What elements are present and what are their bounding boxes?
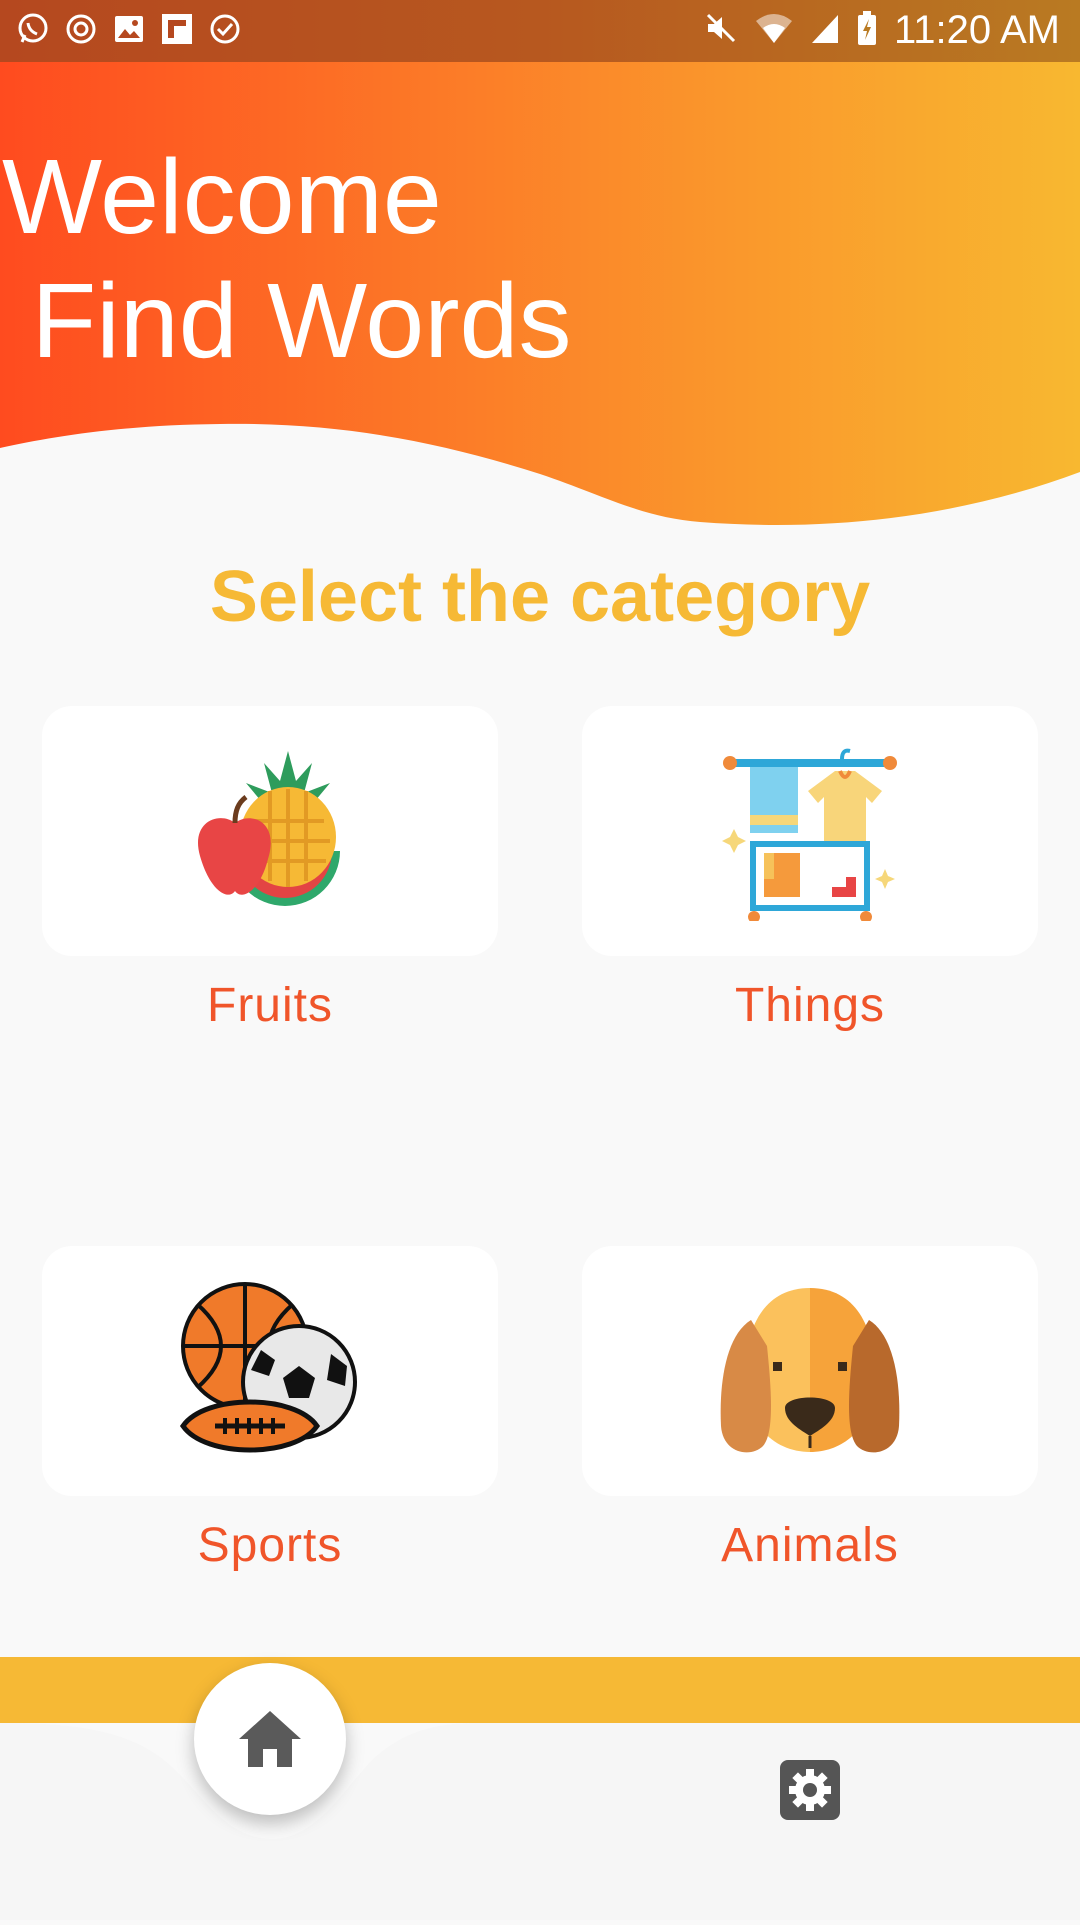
section-title: Select the category [209,557,871,637]
category-card-animals[interactable] [582,1246,1038,1496]
fruits-icon [198,751,340,906]
settings-button[interactable] [778,1758,842,1822]
home-icon [239,1711,301,1767]
category-label-sports[interactable]: Sports [42,1518,498,1573]
sports-balls-icon [179,1282,357,1453]
status-time: 11:20 AM [893,8,1060,52]
image-icon [112,12,146,46]
settings-icon [780,1760,840,1820]
dog-icon [720,1288,900,1453]
flipboard-icon [160,12,194,46]
bottom-nav [0,1657,1080,1920]
whatsapp-icon [16,12,50,46]
category-card-fruits[interactable] [42,706,498,956]
status-bar: 11:20 AM [0,0,1080,62]
sync-icon [64,12,98,46]
system-icons: 11:20 AM [704,8,1060,53]
home-button[interactable] [194,1663,346,1815]
category-card-things[interactable] [582,706,1038,956]
category-label-fruits[interactable]: Fruits [42,978,498,1033]
signal-icon [810,11,840,50]
clothes-rack-icon [722,748,897,921]
check-circle-icon [208,12,242,46]
battery-charging-icon [856,10,878,51]
notification-icons [16,12,242,46]
wifi-icon [754,11,794,50]
category-label-animals[interactable]: Animals [582,1518,1038,1573]
welcome-title: Welcome Find Words [2,138,572,380]
bottom-nav-background [0,1657,1080,1920]
mute-icon [704,11,738,50]
category-card-sports[interactable] [42,1246,498,1496]
category-label-things[interactable]: Things [582,978,1038,1033]
